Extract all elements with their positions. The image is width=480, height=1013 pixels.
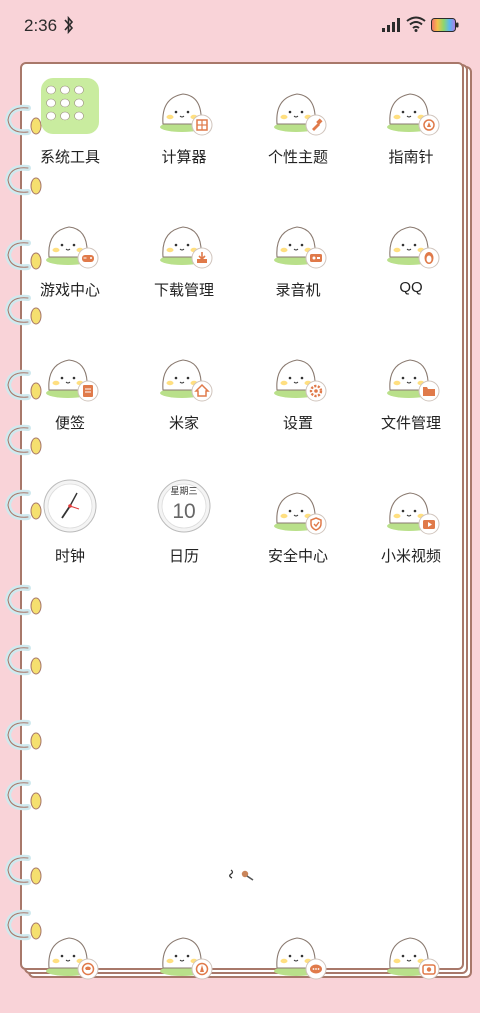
app-label: 时钟 (54, 548, 85, 565)
app-label: 游戏中心 (39, 282, 100, 299)
app-9[interactable]: 便签 (20, 332, 120, 442)
app-label: 录音机 (275, 282, 321, 299)
app-15[interactable]: 安全中心 (248, 465, 348, 575)
message-icon (269, 922, 327, 980)
shield-icon (269, 477, 327, 535)
app-6[interactable]: 下载管理 (134, 199, 234, 309)
home-icon (155, 344, 213, 402)
wifi-icon (406, 16, 426, 32)
page-indicator (229, 869, 254, 881)
app-label: 便签 (54, 415, 85, 432)
dock-app-3[interactable] (248, 922, 348, 982)
calendar-day: 10 (172, 500, 195, 523)
camera-icon (382, 922, 440, 980)
spiral-ring (4, 584, 42, 616)
calculator-icon (155, 78, 213, 136)
dock-app-2[interactable] (134, 922, 234, 982)
app-10[interactable]: 米家 (134, 332, 234, 442)
app-label: 日历 (168, 548, 199, 565)
app-2[interactable]: 计算器 (134, 66, 234, 176)
bluetooth-icon (64, 15, 74, 35)
download-icon (155, 211, 213, 269)
app-16[interactable]: 小米视频 (361, 465, 461, 575)
app-11[interactable]: 设置 (248, 332, 348, 442)
app-7[interactable]: 录音机 (248, 199, 348, 309)
penguin-icon (382, 211, 440, 269)
battery-icon (431, 18, 459, 32)
clock-icon (41, 477, 99, 535)
recorder-icon (269, 211, 327, 269)
app-label: 计算器 (161, 149, 207, 166)
app-5[interactable]: 游戏中心 (20, 199, 120, 309)
app-label: 个性主题 (267, 149, 328, 166)
spiral-ring (4, 779, 42, 811)
app-label: 系统工具 (39, 149, 100, 166)
app-label: 设置 (282, 415, 313, 432)
signal-icon (382, 18, 400, 32)
note-icon (41, 344, 99, 402)
gamepad-icon (41, 211, 99, 269)
app-label: 安全中心 (267, 548, 328, 565)
spiral-ring (4, 644, 42, 676)
app-4[interactable]: 指南针 (361, 66, 461, 176)
compass-browser-icon (155, 922, 213, 980)
phone-icon (41, 922, 99, 980)
status-bar: 2:36 (0, 0, 480, 52)
spiral-ring (4, 719, 42, 751)
app-12[interactable]: 文件管理 (361, 332, 461, 442)
app-label: QQ (399, 279, 423, 296)
app-8[interactable]: QQ (361, 199, 461, 309)
gear-icon (269, 344, 327, 402)
folder-icon (382, 344, 440, 402)
video-icon (382, 477, 440, 535)
app-1[interactable]: 系统工具 (20, 66, 120, 176)
app-3[interactable]: 个性主题 (248, 66, 348, 176)
app-label: 指南针 (388, 149, 434, 166)
calendar-icon: 星期三 10 (155, 477, 213, 535)
app-label: 下载管理 (153, 282, 214, 299)
app-13[interactable]: 时钟 (20, 465, 120, 575)
compass-icon (382, 78, 440, 136)
folder-icon (41, 78, 99, 136)
theme-brush-icon (269, 78, 327, 136)
dock-app-4[interactable] (361, 922, 461, 982)
app-label: 小米视频 (380, 548, 441, 565)
app-label: 米家 (168, 415, 199, 432)
spiral-ring (4, 854, 42, 886)
dock-app-1[interactable] (20, 922, 120, 982)
calendar-weekday: 星期三 (170, 486, 197, 497)
app-14[interactable]: 星期三 10 日历 (134, 465, 234, 575)
app-label: 文件管理 (380, 415, 441, 432)
